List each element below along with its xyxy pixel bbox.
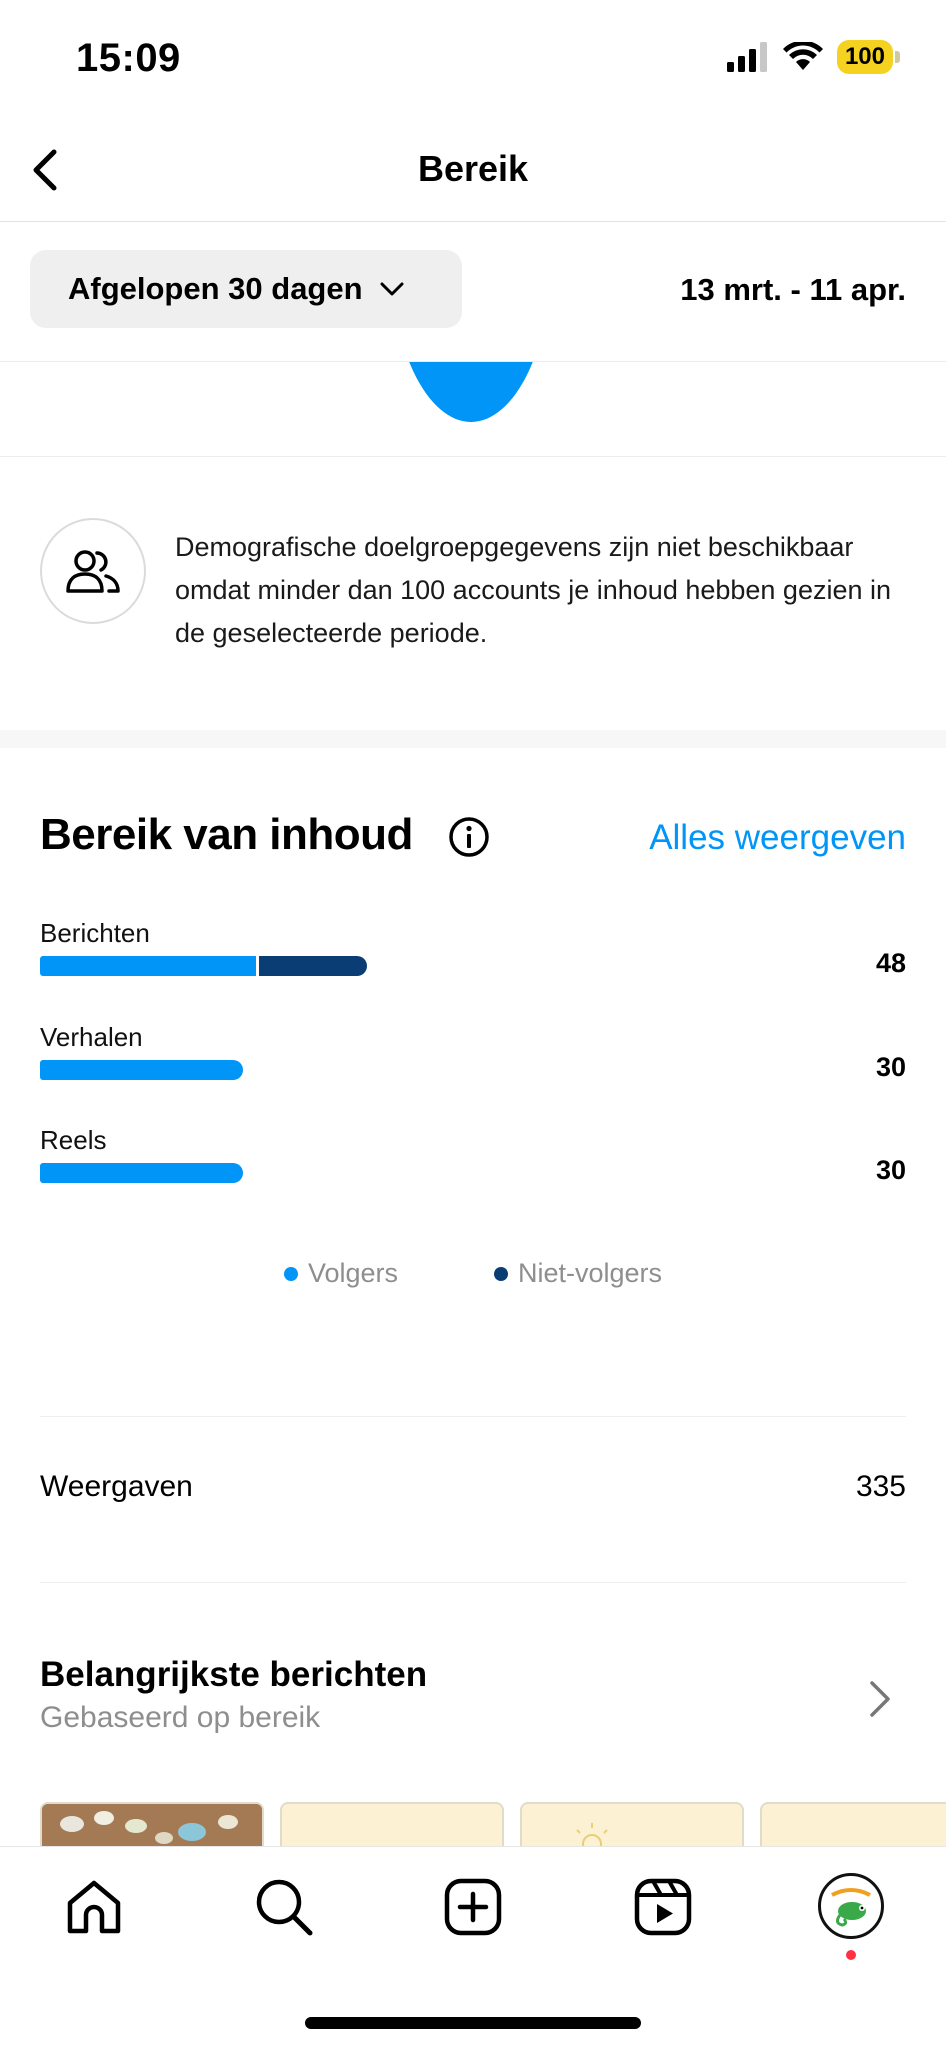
bar-segment-followers: [40, 1163, 243, 1183]
period-label: Afgelopen 30 dagen: [68, 271, 363, 306]
bar-row-reels: Reels 30: [40, 1125, 906, 1205]
views-value: 335: [855, 1470, 906, 1503]
profile-avatar[interactable]: [818, 1873, 884, 1939]
people-icon: [66, 550, 120, 593]
bar-label: Reels: [40, 1125, 107, 1155]
donut-chart-segment: [390, 362, 552, 422]
wifi-icon: [782, 42, 823, 70]
search-icon[interactable]: [252, 1875, 316, 1939]
divider: [40, 1582, 906, 1583]
notification-dot: [846, 1950, 856, 1960]
status-icons: 100: [726, 40, 900, 74]
bar-row-verhalen: Verhalen 30: [40, 1022, 906, 1102]
bar-track: [40, 1163, 243, 1183]
bar-value: 48: [875, 948, 906, 978]
demographics-notice: Demografische doelgroepgegevens zijn nie…: [0, 458, 946, 730]
bar-label: Verhalen: [40, 1022, 143, 1052]
bar-value: 30: [875, 1155, 906, 1185]
top-posts-subtitle: Gebaseerd op bereik: [40, 1701, 321, 1734]
nav-header: Bereik: [0, 120, 946, 222]
create-icon[interactable]: [441, 1875, 505, 1939]
reels-icon[interactable]: [631, 1875, 695, 1939]
section-divider: [0, 730, 946, 748]
divider: [40, 1416, 906, 1417]
bar-segment-followers: [40, 1060, 243, 1080]
bar-row-berichten: Berichten 48: [40, 918, 906, 998]
legend-item-followers: Volgers: [283, 1258, 398, 1289]
status-time: 15:09: [76, 36, 181, 80]
post-thumbnail[interactable]: [760, 1802, 946, 1846]
bar-track: [40, 1060, 243, 1080]
views-row: Weergaven 335: [40, 1470, 906, 1520]
legend-dot: [283, 1266, 298, 1281]
chameleon-logo-icon: [823, 1878, 879, 1934]
battery-icon: 100: [836, 40, 900, 74]
period-dropdown[interactable]: Afgelopen 30 dagen: [30, 250, 462, 328]
chevron-right-icon: [870, 1681, 890, 1717]
page-title: Bereik: [417, 148, 529, 189]
bar-segment-non-followers: [259, 956, 367, 976]
see-all-link[interactable]: Alles weergeven: [649, 818, 906, 858]
filter-row: Afgelopen 30 dagen 13 mrt. - 11 apr.: [0, 222, 946, 362]
chevron-down-icon: [380, 282, 404, 296]
home-icon[interactable]: [62, 1875, 126, 1939]
status-bar: 15:09 100: [0, 0, 946, 120]
bar-track: [40, 956, 367, 976]
chart-legend: Volgers Niet-volgers: [0, 1258, 946, 1289]
donut-chart-remnant: [0, 362, 946, 457]
battery-tip: [895, 51, 900, 63]
demographics-icon-wrapper: [40, 518, 146, 624]
bar-label: Berichten: [40, 918, 150, 948]
battery-level: 100: [836, 40, 893, 74]
post-thumbnail[interactable]: [280, 1802, 504, 1846]
legend-label: Volgers: [307, 1258, 398, 1288]
content-reach-header: Bereik van inhoud Alles weergeven: [40, 808, 906, 868]
legend-label: Niet-volgers: [518, 1258, 663, 1288]
bar-segment-followers: [40, 956, 256, 976]
legend-dot: [494, 1266, 508, 1281]
legend-item-non-followers: Niet-volgers: [494, 1258, 662, 1289]
post-thumbnail[interactable]: [40, 1802, 264, 1846]
post-image: [42, 1804, 262, 1846]
info-icon[interactable]: [448, 816, 490, 858]
lightbulb-icon: [576, 1823, 608, 1846]
top-posts-row[interactable]: Belangrijkste berichten Gebaseerd op ber…: [40, 1655, 906, 1745]
cellular-signal-icon: [726, 42, 767, 72]
top-posts-thumbnails: [40, 1802, 946, 1846]
date-range: 13 mrt. - 11 apr.: [680, 272, 906, 307]
top-posts-title: Belangrijkste berichten: [40, 1655, 428, 1694]
demographics-message: Demografische doelgroepgegevens zijn nie…: [175, 532, 892, 648]
bar-value: 30: [875, 1052, 906, 1082]
views-label: Weergaven: [40, 1470, 193, 1503]
post-thumbnail[interactable]: [520, 1802, 744, 1846]
content-reach-title: Bereik van inhoud: [40, 810, 413, 859]
home-indicator: [305, 2017, 641, 2029]
